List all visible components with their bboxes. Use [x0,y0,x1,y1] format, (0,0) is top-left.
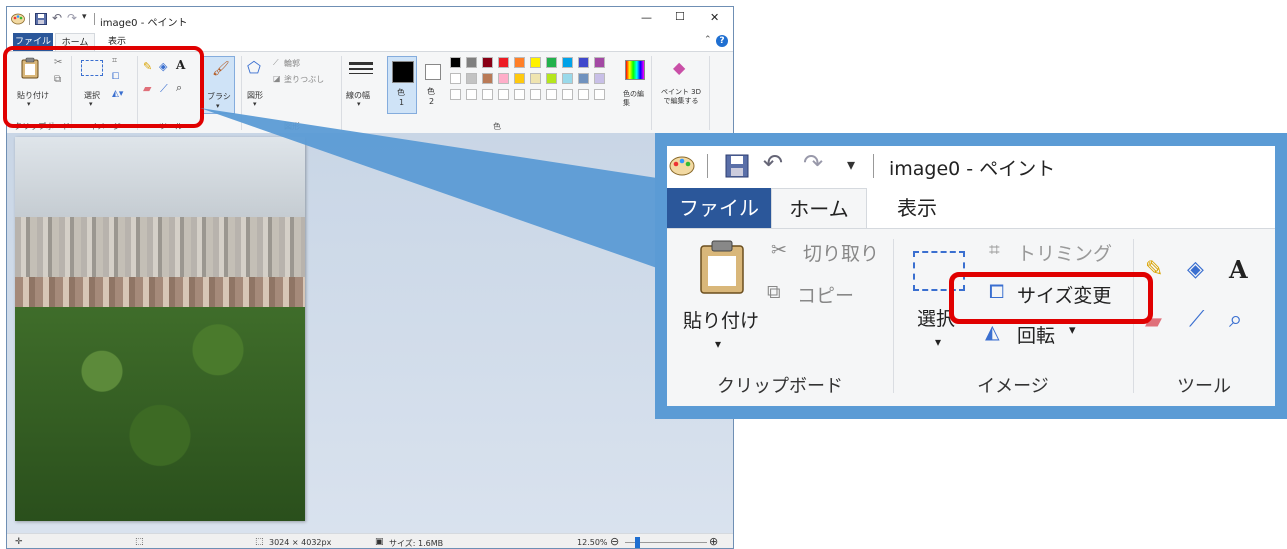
save-icon[interactable] [725,154,749,178]
rotate-icon[interactable]: ◭ [985,321,1000,343]
redo-icon[interactable]: ↷ [803,149,823,177]
qat-customize-icon[interactable]: ▾ [847,155,855,174]
group-label-tools: ツール [1177,376,1231,397]
undo-icon[interactable]: ↶ [763,149,783,177]
text-icon[interactable]: A [1229,255,1248,284]
magnifier-icon[interactable]: ⌕ [1229,305,1242,333]
paint-app-icon [669,156,695,176]
qat-separator [873,154,874,178]
rotate-dropdown-icon[interactable]: ▾ [1069,323,1076,338]
group-separator [893,239,894,393]
paste-dropdown-icon[interactable]: ▾ [715,337,721,351]
zoom-callout: ↶ ↷ ▾ image0 - ペイント ファイル ホーム 表示 貼り付け ▾ ✂… [667,146,1275,406]
paste-button[interactable]: 貼り付け [683,306,759,333]
cut-button[interactable]: 切り取り [803,239,879,266]
copy-button[interactable]: コピー [797,281,854,308]
color-picker-icon[interactable]: ⟋ [1189,307,1204,332]
tab-home[interactable]: ホーム [771,188,867,228]
copy-icon[interactable]: ⧉ [767,281,781,303]
group-label-clipboard: クリップボード [717,376,843,397]
highlight-box-resize [949,272,1153,324]
window-title: image0 - ペイント [889,158,1056,180]
cut-icon[interactable]: ✂ [771,239,787,261]
fill-icon[interactable]: ◈ [1187,257,1204,282]
rotate-button[interactable]: 回転 [1017,321,1055,348]
crop-icon[interactable]: ⌗ [989,239,1000,261]
qat-separator [707,154,708,178]
group-label-image: イメージ [977,376,1049,397]
paste-icon[interactable] [699,239,745,295]
tab-file[interactable]: ファイル [667,188,771,228]
tab-view[interactable]: 表示 [872,188,962,228]
select-dropdown-icon[interactable]: ▾ [935,335,941,349]
crop-button[interactable]: トリミング [1017,239,1112,266]
